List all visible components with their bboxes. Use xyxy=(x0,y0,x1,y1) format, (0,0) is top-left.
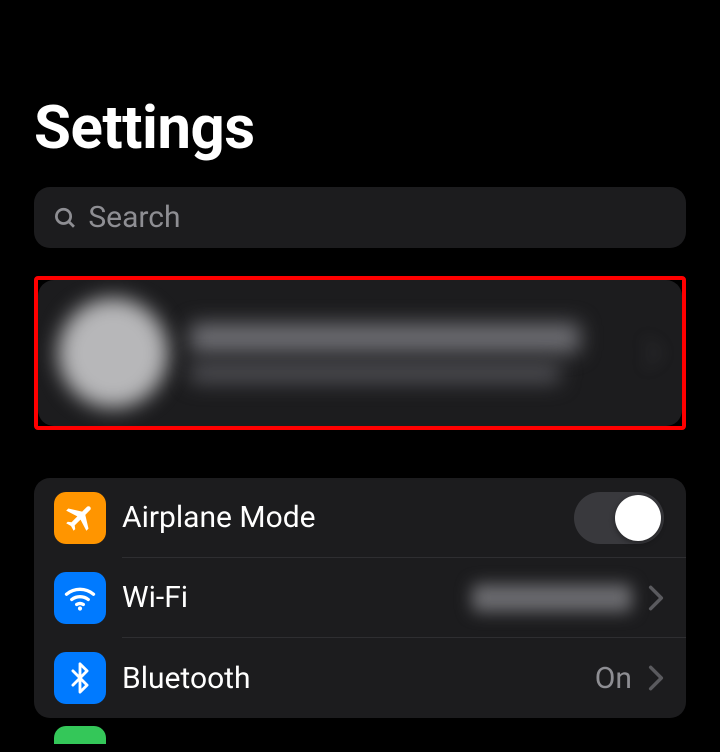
bluetooth-label: Bluetooth xyxy=(122,661,251,696)
search-field[interactable] xyxy=(34,187,686,248)
airplane-mode-toggle[interactable] xyxy=(574,492,664,544)
page-title: Settings xyxy=(34,92,686,163)
chevron-right-icon xyxy=(648,584,664,612)
wifi-icon xyxy=(54,572,106,624)
bluetooth-value: On xyxy=(595,661,632,696)
apple-id-highlight xyxy=(34,276,686,430)
wifi-value xyxy=(472,584,632,612)
bluetooth-icon xyxy=(54,652,106,704)
cellular-icon xyxy=(54,726,106,744)
apple-id-row[interactable] xyxy=(38,280,682,426)
apple-id-text xyxy=(190,323,622,383)
chevron-right-icon xyxy=(648,664,664,692)
airplane-mode-row[interactable]: Airplane Mode xyxy=(34,478,686,558)
wifi-row[interactable]: Wi-Fi xyxy=(34,558,686,638)
search-icon xyxy=(52,204,78,232)
next-row-peek xyxy=(34,726,686,744)
avatar xyxy=(58,298,168,408)
airplane-icon xyxy=(54,492,106,544)
bluetooth-row[interactable]: Bluetooth On xyxy=(34,638,686,718)
apple-id-name xyxy=(190,323,580,353)
connectivity-group: Airplane Mode Wi-Fi Bluetooth xyxy=(34,478,686,718)
airplane-mode-label: Airplane Mode xyxy=(122,500,316,535)
search-input[interactable] xyxy=(88,200,668,235)
wifi-label: Wi-Fi xyxy=(122,580,188,615)
apple-id-subtitle xyxy=(190,363,560,383)
chevron-right-icon xyxy=(644,338,662,368)
